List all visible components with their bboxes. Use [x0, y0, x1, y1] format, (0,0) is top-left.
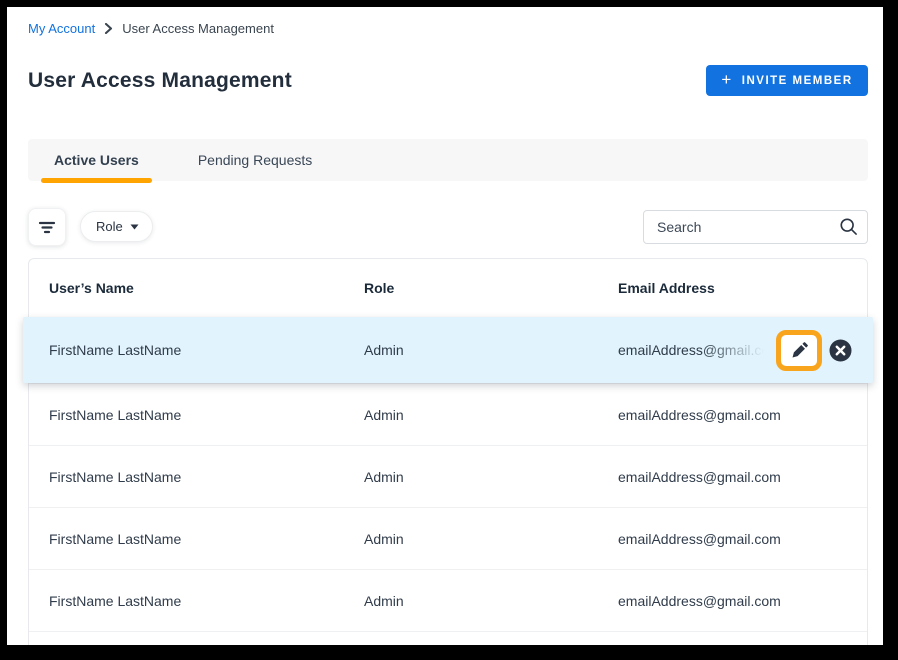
title-row: User Access Management + INVITE MEMBER	[28, 65, 868, 96]
users-table: User’s Name Role Email Address FirstName…	[28, 258, 868, 645]
filter-list-icon	[38, 220, 56, 234]
table-body: FirstName LastName Admin emailAddress@gm…	[29, 383, 867, 645]
tab-active-users[interactable]: Active Users	[41, 139, 152, 181]
breadcrumb-link-my-account[interactable]: My Account	[28, 21, 95, 36]
role-cell: Admin	[364, 469, 618, 485]
column-header-role: Role	[364, 280, 618, 296]
tab-active-users-label: Active Users	[54, 152, 139, 168]
active-tab-underline	[41, 178, 152, 183]
user-name-cell: FirstName LastName	[49, 469, 364, 485]
app-window: My Account User Access Management User A…	[7, 7, 883, 645]
table-header-row: User’s Name Role Email Address	[29, 259, 867, 317]
tab-bar: Active Users Pending Requests	[28, 139, 868, 181]
caret-down-icon	[130, 224, 139, 230]
user-name-cell: FirstName LastName	[49, 531, 364, 547]
tab-pending-requests[interactable]: Pending Requests	[185, 139, 325, 181]
edit-button-highlighted[interactable]	[776, 330, 822, 371]
invite-member-label: INVITE MEMBER	[742, 75, 853, 87]
table-row-selected[interactable]: FirstName LastName Admin emailAddress@gm…	[23, 317, 873, 383]
circle-x-icon	[829, 339, 852, 362]
breadcrumb-current: User Access Management	[122, 21, 274, 36]
email-cell: emailAddress@gmail.com	[618, 531, 867, 547]
search-input[interactable]	[643, 210, 868, 244]
role-dropdown-label: Role	[96, 219, 123, 234]
plus-icon: +	[721, 71, 732, 88]
remove-user-button[interactable]	[829, 339, 852, 362]
role-dropdown[interactable]: Role	[80, 211, 153, 242]
tab-pending-requests-label: Pending Requests	[198, 152, 312, 168]
column-header-email: Email Address	[618, 280, 867, 296]
table-row[interactable]: FirstName LastName Admin emailAddress@gm…	[29, 383, 867, 445]
role-cell: Admin	[364, 531, 618, 547]
filter-row: Role	[28, 208, 868, 246]
table-row[interactable]: FirstName LastName Admin emailAddress@gm…	[29, 631, 867, 645]
row-actions	[776, 317, 852, 383]
table-row[interactable]: FirstName LastName Admin emailAddress@gm…	[29, 569, 867, 631]
table-row[interactable]: FirstName LastName Admin emailAddress@gm…	[29, 445, 867, 507]
screenshot-frame: My Account User Access Management User A…	[0, 0, 898, 660]
email-cell: emailAddress@gmail.com	[618, 342, 770, 358]
email-cell: emailAddress@gmail.com	[618, 593, 867, 609]
search-box	[643, 210, 868, 244]
role-cell: Admin	[364, 407, 618, 423]
role-cell: Admin	[364, 342, 618, 358]
user-name-cell: FirstName LastName	[49, 342, 364, 358]
user-name-cell: FirstName LastName	[49, 593, 364, 609]
email-cell: emailAddress@gmail.com	[618, 407, 867, 423]
chevron-right-icon	[104, 23, 113, 34]
filter-button[interactable]	[28, 208, 66, 246]
breadcrumb: My Account User Access Management	[28, 21, 274, 36]
table-row[interactable]: FirstName LastName Admin emailAddress@gm…	[29, 507, 867, 569]
page-content: My Account User Access Management User A…	[28, 7, 868, 645]
column-header-users-name: User’s Name	[49, 280, 364, 296]
role-cell: Admin	[364, 593, 618, 609]
email-cell: emailAddress@gmail.com	[618, 469, 867, 485]
user-name-cell: FirstName LastName	[49, 407, 364, 423]
page-title: User Access Management	[28, 69, 292, 93]
pencil-edit-icon	[790, 341, 809, 360]
invite-member-button[interactable]: + INVITE MEMBER	[706, 65, 868, 96]
